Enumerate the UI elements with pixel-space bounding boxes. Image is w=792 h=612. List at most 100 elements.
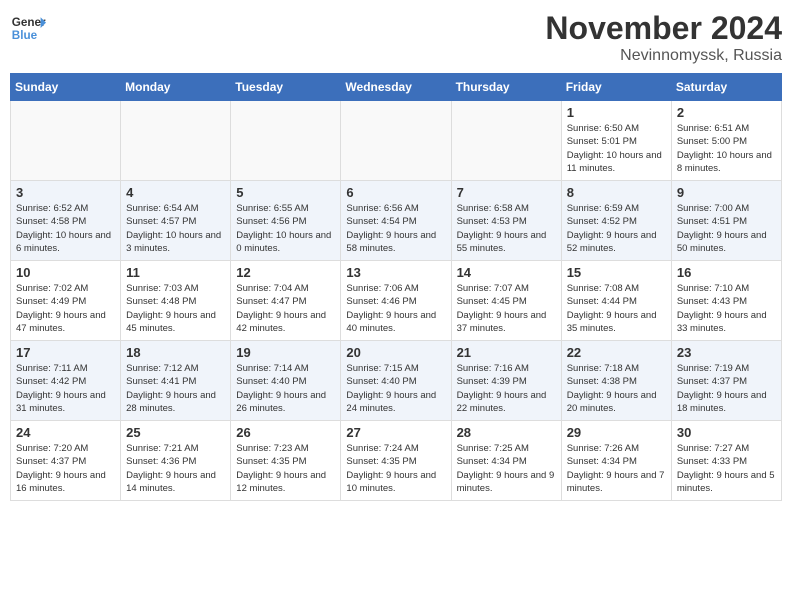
day-info: Sunrise: 7:02 AMSunset: 4:49 PMDaylight:… [16, 282, 115, 335]
weekday-header-thursday: Thursday [451, 74, 561, 101]
day-info: Sunrise: 6:58 AMSunset: 4:53 PMDaylight:… [457, 202, 556, 255]
calendar-cell: 22Sunrise: 7:18 AMSunset: 4:38 PMDayligh… [561, 341, 671, 421]
calendar-cell: 18 Sunrise: 7:12 AMSunset: 4:41 PMDayligh… [121, 341, 231, 421]
day-number: 10 [16, 265, 115, 280]
day-info: Sunrise: 7:27 AMSunset: 4:33 PMDaylight:… [677, 442, 776, 495]
logo-icon: General Blue [10, 10, 46, 46]
day-number: 23 [677, 345, 776, 360]
calendar-cell [341, 101, 451, 181]
calendar-cell: 23 Sunrise: 7:19 AMSunset: 4:37 PMDayligh… [671, 341, 781, 421]
day-number: 13 [346, 265, 445, 280]
weekday-header-friday: Friday [561, 74, 671, 101]
calendar-cell: 26 Sunrise: 7:23 AMSunset: 4:35 PMDayligh… [231, 421, 341, 501]
day-info: Sunrise: 7:06 AMSunset: 4:46 PMDaylight:… [346, 282, 445, 335]
day-number: 11 [126, 265, 225, 280]
day-number: 15 [567, 265, 666, 280]
calendar-cell: 4Sunrise: 6:54 AMSunset: 4:57 PMDaylight… [121, 181, 231, 261]
calendar-cell [231, 101, 341, 181]
logo: General Blue [10, 10, 46, 46]
day-number: 28 [457, 425, 556, 440]
day-number: 1 [567, 105, 666, 120]
day-number: 8 [567, 185, 666, 200]
month-title: November 2024 [545, 10, 782, 47]
calendar-cell: 3Sunrise: 6:52 AMSunset: 4:58 PMDaylight… [11, 181, 121, 261]
day-info: Sunrise: 7:12 AMSunset: 4:41 PMDaylight:… [126, 362, 225, 415]
day-number: 21 [457, 345, 556, 360]
calendar-cell: 16 Sunrise: 7:10 AMSunset: 4:43 PMDayligh… [671, 261, 781, 341]
day-info: Sunrise: 7:11 AMSunset: 4:42 PMDaylight:… [16, 362, 115, 415]
day-info: Sunrise: 7:00 AMSunset: 4:51 PMDaylight:… [677, 202, 776, 255]
day-number: 7 [457, 185, 556, 200]
day-number: 6 [346, 185, 445, 200]
calendar-cell: 12 Sunrise: 7:04 AMSunset: 4:47 PMDayligh… [231, 261, 341, 341]
calendar-cell [451, 101, 561, 181]
weekday-header-tuesday: Tuesday [231, 74, 341, 101]
page-header: General Blue November 2024 Nevinnomyssk,… [10, 10, 782, 65]
day-info: Sunrise: 7:07 AMSunset: 4:45 PMDaylight:… [457, 282, 556, 335]
day-info: Sunrise: 6:51 AMSunset: 5:00 PMDaylight:… [677, 122, 776, 175]
calendar-cell [121, 101, 231, 181]
calendar-cell: 2 Sunrise: 6:51 AMSunset: 5:00 PMDaylight… [671, 101, 781, 181]
day-number: 12 [236, 265, 335, 280]
day-info: Sunrise: 7:23 AMSunset: 4:35 PMDaylight:… [236, 442, 335, 495]
day-number: 19 [236, 345, 335, 360]
calendar-cell: 15 Sunrise: 7:08 AMSunset: 4:44 PMDayligh… [561, 261, 671, 341]
day-number: 20 [346, 345, 445, 360]
day-number: 29 [567, 425, 666, 440]
calendar-cell: 10 Sunrise: 7:02 AMSunset: 4:49 PMDayligh… [11, 261, 121, 341]
day-info: Sunrise: 7:03 AMSunset: 4:48 PMDaylight:… [126, 282, 225, 335]
weekday-header-sunday: Sunday [11, 74, 121, 101]
day-number: 16 [677, 265, 776, 280]
day-number: 30 [677, 425, 776, 440]
day-info: Sunrise: 7:19 AMSunset: 4:37 PMDaylight:… [677, 362, 776, 415]
calendar-cell: 29Sunrise: 7:26 AMSunset: 4:34 PMDayligh… [561, 421, 671, 501]
calendar-cell: 28 Sunrise: 7:25 AMSunset: 4:34 PMDayligh… [451, 421, 561, 501]
day-info: Sunrise: 7:04 AMSunset: 4:47 PMDaylight:… [236, 282, 335, 335]
title-block: November 2024 Nevinnomyssk, Russia [545, 10, 782, 65]
calendar-cell: 1 Sunrise: 6:50 AMSunset: 5:01 PMDaylight… [561, 101, 671, 181]
calendar-cell: 14 Sunrise: 7:07 AMSunset: 4:45 PMDayligh… [451, 261, 561, 341]
day-info: Sunrise: 6:56 AMSunset: 4:54 PMDaylight:… [346, 202, 445, 255]
calendar-cell: 30 Sunrise: 7:27 AMSunset: 4:33 PMDayligh… [671, 421, 781, 501]
calendar-table: SundayMondayTuesdayWednesdayThursdayFrid… [10, 73, 782, 501]
day-number: 25 [126, 425, 225, 440]
day-info: Sunrise: 7:21 AMSunset: 4:36 PMDaylight:… [126, 442, 225, 495]
day-info: Sunrise: 6:54 AMSunset: 4:57 PMDaylight:… [126, 202, 225, 255]
day-info: Sunrise: 7:08 AMSunset: 4:44 PMDaylight:… [567, 282, 666, 335]
calendar-cell: 19 Sunrise: 7:14 AMSunset: 4:40 PMDayligh… [231, 341, 341, 421]
calendar-cell [11, 101, 121, 181]
calendar-cell: 8Sunrise: 6:59 AMSunset: 4:52 PMDaylight… [561, 181, 671, 261]
calendar-cell: 11 Sunrise: 7:03 AMSunset: 4:48 PMDayligh… [121, 261, 231, 341]
weekday-header-wednesday: Wednesday [341, 74, 451, 101]
day-info: Sunrise: 6:50 AMSunset: 5:01 PMDaylight:… [567, 122, 666, 175]
weekday-header-saturday: Saturday [671, 74, 781, 101]
calendar-cell: 5 Sunrise: 6:55 AMSunset: 4:56 PMDaylight… [231, 181, 341, 261]
day-number: 3 [16, 185, 115, 200]
weekday-header-monday: Monday [121, 74, 231, 101]
day-number: 27 [346, 425, 445, 440]
day-number: 5 [236, 185, 335, 200]
day-number: 18 [126, 345, 225, 360]
calendar-cell: 6 Sunrise: 6:56 AMSunset: 4:54 PMDaylight… [341, 181, 451, 261]
calendar-cell: 17 Sunrise: 7:11 AMSunset: 4:42 PMDayligh… [11, 341, 121, 421]
calendar-cell: 24Sunrise: 7:20 AMSunset: 4:37 PMDayligh… [11, 421, 121, 501]
day-number: 26 [236, 425, 335, 440]
calendar-cell: 25 Sunrise: 7:21 AMSunset: 4:36 PMDayligh… [121, 421, 231, 501]
day-number: 14 [457, 265, 556, 280]
location: Nevinnomyssk, Russia [545, 47, 782, 65]
calendar-cell: 21 Sunrise: 7:16 AMSunset: 4:39 PMDayligh… [451, 341, 561, 421]
svg-text:Blue: Blue [12, 29, 38, 42]
day-number: 2 [677, 105, 776, 120]
day-number: 9 [677, 185, 776, 200]
day-info: Sunrise: 6:55 AMSunset: 4:56 PMDaylight:… [236, 202, 335, 255]
day-info: Sunrise: 7:15 AMSunset: 4:40 PMDaylight:… [346, 362, 445, 415]
day-info: Sunrise: 7:14 AMSunset: 4:40 PMDaylight:… [236, 362, 335, 415]
calendar-cell: 20 Sunrise: 7:15 AMSunset: 4:40 PMDayligh… [341, 341, 451, 421]
day-info: Sunrise: 7:10 AMSunset: 4:43 PMDaylight:… [677, 282, 776, 335]
day-info: Sunrise: 7:18 AMSunset: 4:38 PMDaylight:… [567, 362, 666, 415]
day-info: Sunrise: 7:16 AMSunset: 4:39 PMDaylight:… [457, 362, 556, 415]
calendar-cell: 13 Sunrise: 7:06 AMSunset: 4:46 PMDayligh… [341, 261, 451, 341]
day-number: 17 [16, 345, 115, 360]
day-info: Sunrise: 7:25 AMSunset: 4:34 PMDaylight:… [457, 442, 556, 495]
calendar-cell: 9 Sunrise: 7:00 AMSunset: 4:51 PMDaylight… [671, 181, 781, 261]
